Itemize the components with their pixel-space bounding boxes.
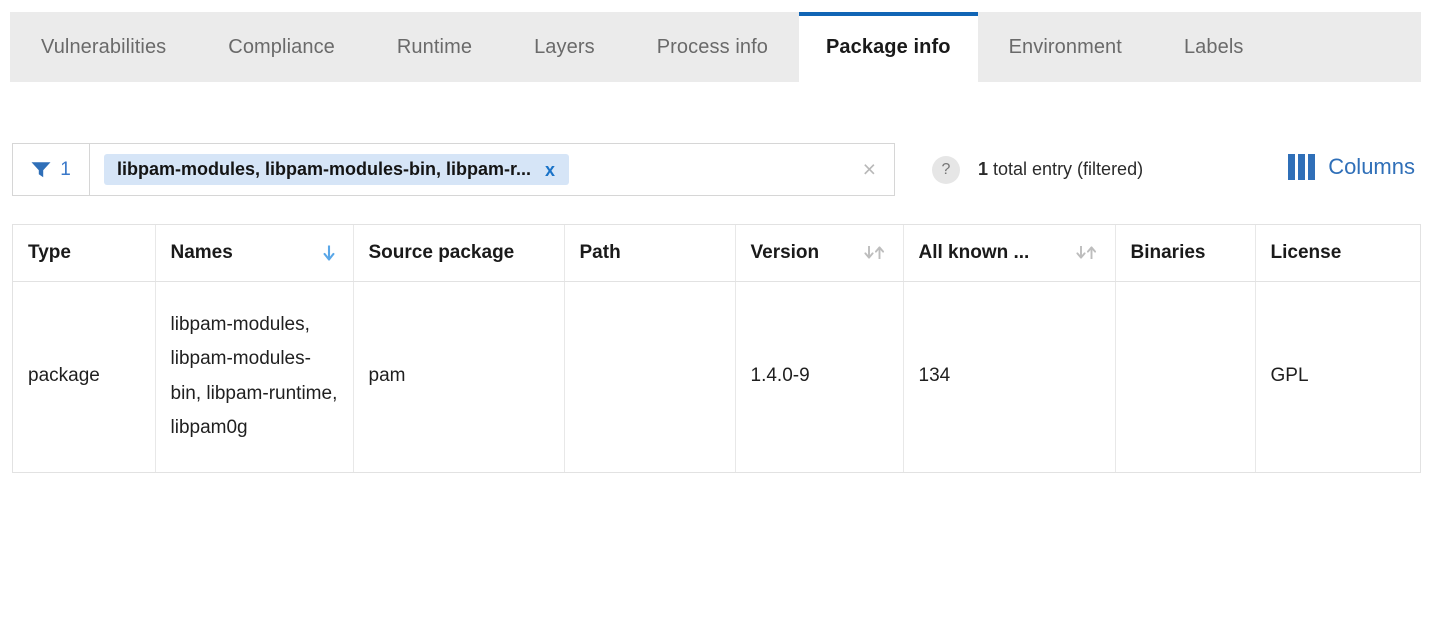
tab-package-info[interactable]: Package info bbox=[798, 12, 978, 82]
column-header-label: Version bbox=[750, 241, 820, 263]
cell-names: libpam-modules, libpam-modules-bin, libp… bbox=[155, 281, 354, 472]
tab-vulnerabilities[interactable]: Vulnerabilities bbox=[10, 12, 197, 82]
tab-label: Process info bbox=[656, 35, 768, 58]
column-header-label: Type bbox=[28, 241, 71, 263]
cell-binaries bbox=[1115, 281, 1256, 472]
tab-label: Labels bbox=[1183, 35, 1244, 58]
cell-all-known: 134 bbox=[903, 281, 1116, 472]
package-table: Type Names Source package Path Version A… bbox=[12, 224, 1421, 473]
table-row[interactable]: package libpam-modules, libpam-modules-b… bbox=[13, 281, 1420, 472]
cell-type: package bbox=[13, 281, 156, 472]
sort-both-icon[interactable] bbox=[862, 243, 888, 263]
columns-icon bbox=[1288, 154, 1316, 180]
column-header-version[interactable]: Version bbox=[735, 225, 904, 282]
help-icon-glyph: ? bbox=[941, 161, 951, 178]
cell-source-package: pam bbox=[353, 281, 565, 472]
filter-chip-remove-icon[interactable]: x bbox=[545, 161, 555, 179]
tab-runtime[interactable]: Runtime bbox=[366, 12, 503, 82]
column-header-label: Binaries bbox=[1130, 241, 1206, 263]
column-header-label: Source package bbox=[368, 241, 515, 263]
column-header-label: Path bbox=[579, 241, 621, 263]
tab-label: Runtime bbox=[396, 35, 473, 58]
column-header-type[interactable]: Type bbox=[13, 225, 156, 282]
column-header-source-package[interactable]: Source package bbox=[353, 225, 565, 282]
tab-layers[interactable]: Layers bbox=[503, 12, 626, 82]
tab-label: Environment bbox=[1008, 35, 1122, 58]
tab-compliance[interactable]: Compliance bbox=[197, 12, 366, 82]
sort-both-icon[interactable] bbox=[1074, 243, 1100, 263]
funnel-icon bbox=[31, 161, 51, 178]
filter-count: 1 bbox=[60, 158, 71, 180]
column-header-label: Names bbox=[170, 241, 233, 263]
tab-process-info[interactable]: Process info bbox=[626, 12, 799, 82]
filter-chip-label: libpam-modules, libpam-modules-bin, libp… bbox=[117, 159, 532, 179]
entry-count-text: total entry (filtered) bbox=[988, 159, 1144, 179]
entry-count-number: 1 bbox=[978, 159, 989, 179]
filter-toolbar: 1 libpam-modules, libpam-modules-bin, li… bbox=[12, 143, 1421, 196]
cell-path bbox=[564, 281, 736, 472]
table-header-row: Type Names Source package Path Version A… bbox=[13, 225, 1420, 282]
tab-label: Compliance bbox=[228, 35, 335, 58]
column-header-all-known[interactable]: All known ... bbox=[903, 225, 1116, 282]
cell-license: GPL bbox=[1270, 365, 1309, 387]
search-input[interactable]: libpam-modules, libpam-modules-bin, libp… bbox=[90, 143, 895, 196]
tab-labels[interactable]: Labels bbox=[1153, 12, 1275, 82]
cell-version: 1.4.0-9 bbox=[735, 281, 904, 472]
column-header-label: All known ... bbox=[918, 241, 1030, 263]
filter-chip[interactable]: libpam-modules, libpam-modules-bin, libp… bbox=[104, 154, 570, 185]
columns-button-label: Columns bbox=[1328, 154, 1415, 179]
columns-button[interactable]: Columns bbox=[1288, 154, 1415, 180]
tab-bar: Vulnerabilities Compliance Runtime Layer… bbox=[10, 12, 1421, 82]
sort-descending-icon[interactable] bbox=[320, 243, 338, 263]
column-header-binaries[interactable]: Binaries bbox=[1115, 225, 1256, 282]
clear-search-icon[interactable]: × bbox=[863, 158, 882, 181]
help-icon[interactable]: ? bbox=[932, 156, 960, 184]
tab-label: Package info bbox=[825, 35, 951, 58]
filter-button[interactable]: 1 bbox=[12, 143, 90, 196]
tab-label: Vulnerabilities bbox=[41, 35, 167, 58]
column-header-license[interactable]: License bbox=[1255, 225, 1420, 282]
column-header-path[interactable]: Path bbox=[564, 225, 736, 282]
entry-count: 1 total entry (filtered) bbox=[978, 159, 1143, 180]
column-header-names[interactable]: Names bbox=[155, 225, 354, 282]
tab-environment[interactable]: Environment bbox=[978, 12, 1153, 82]
column-header-label: License bbox=[1270, 241, 1342, 263]
tab-label: Layers bbox=[534, 35, 595, 58]
